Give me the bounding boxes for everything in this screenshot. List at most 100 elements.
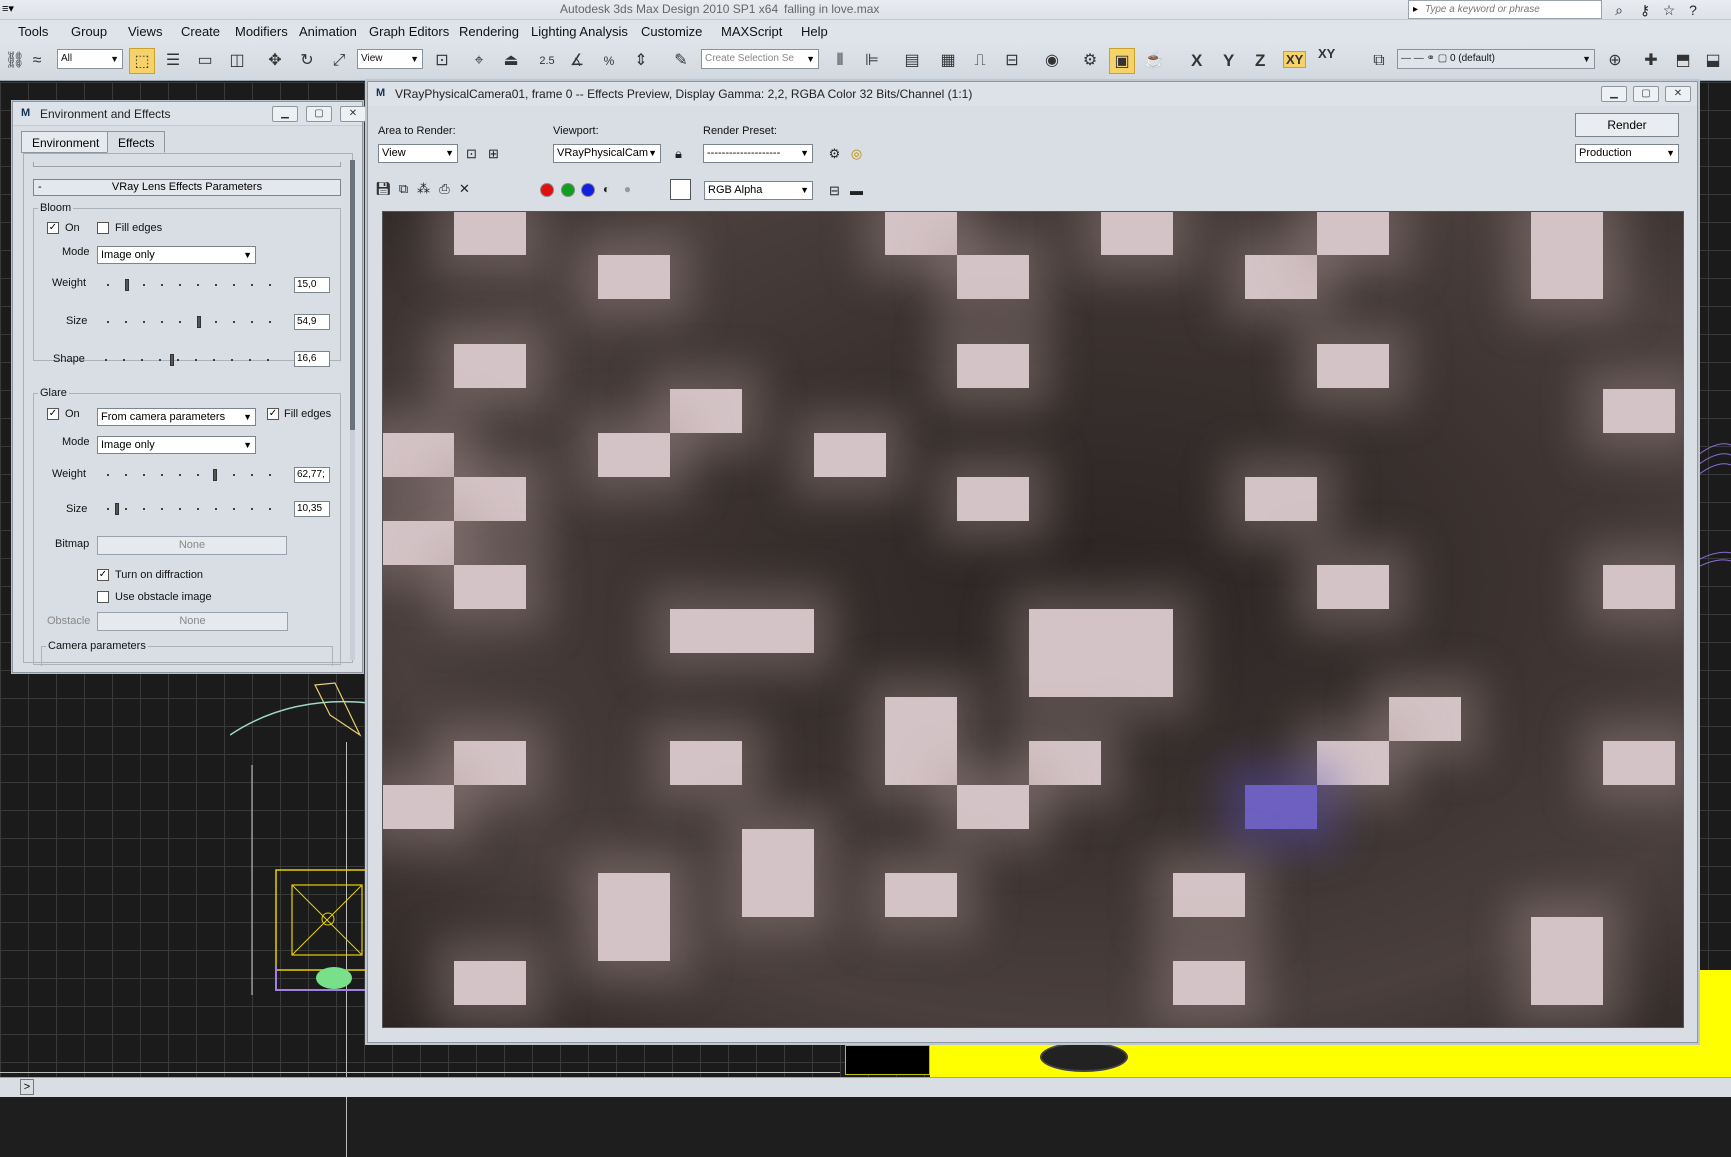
chevron-right-icon[interactable]: >	[20, 1079, 34, 1095]
ribbon-icon[interactable]: ▦	[935, 48, 961, 74]
menu-animation[interactable]: Animation	[299, 24, 357, 39]
render-preset-dropdown[interactable]: -------------------- ▼	[703, 144, 813, 163]
copy-image-icon[interactable]: ⧉	[394, 179, 413, 198]
bloom-size-slider[interactable]	[99, 318, 273, 326]
material-editor-icon[interactable]: ◉	[1039, 48, 1065, 74]
maximize-icon[interactable]: ▢	[1633, 86, 1659, 102]
mirror-icon[interactable]: ⫴	[827, 48, 853, 74]
snap-toggle-icon[interactable]: 2.5	[534, 48, 560, 74]
diffraction-checkbox[interactable]: ✓	[97, 569, 109, 581]
percent-snap-icon[interactable]: %	[596, 48, 622, 74]
collapse-icon[interactable]: -	[38, 180, 42, 195]
area-to-render-dropdown[interactable]: View ▼	[378, 144, 458, 163]
move-icon[interactable]: ✥	[262, 48, 288, 74]
save-image-icon[interactable]: 💾︎	[374, 179, 393, 198]
scene-yellow-object[interactable]	[1700, 970, 1731, 1050]
env-scrollbar-thumb[interactable]	[350, 160, 355, 430]
alpha-channel-icon[interactable]: ◐	[597, 180, 616, 199]
bloom-on-checkbox[interactable]: ✓	[47, 222, 59, 234]
axis-y-button[interactable]: Y	[1223, 51, 1234, 71]
clone-frame-icon[interactable]: ⁂	[414, 179, 433, 198]
menu-modifiers[interactable]: Modifiers	[235, 24, 288, 39]
glare-bitmap-button[interactable]: None	[97, 536, 287, 555]
scale-icon[interactable]: ⤢	[326, 48, 352, 74]
select-object-icon[interactable]: ⬚	[129, 48, 155, 74]
display-toggle-icon[interactable]: ⊟	[825, 181, 844, 200]
select-manipulate-icon[interactable]: ⌖	[466, 48, 492, 74]
align-icon[interactable]: ⊫	[859, 48, 885, 74]
layer-manager-icon[interactable]: ▤	[899, 48, 925, 74]
blue-channel-icon[interactable]	[581, 183, 595, 197]
layers-icon[interactable]: ⧉	[1366, 48, 1392, 74]
new-layer-icon[interactable]: ⊕	[1602, 48, 1628, 74]
glare-weight-slider[interactable]	[99, 471, 273, 479]
green-channel-icon[interactable]	[561, 183, 575, 197]
lock-icon[interactable]: 🔒︎	[669, 144, 688, 163]
help-icon[interactable]: ?	[1684, 1, 1702, 19]
rendered-image[interactable]	[382, 211, 1684, 1028]
menu-views[interactable]: Views	[128, 24, 162, 39]
render-button[interactable]: Render	[1575, 113, 1679, 137]
scene-mesh-right[interactable]	[1698, 435, 1731, 575]
close-icon[interactable]: ✕	[1665, 86, 1691, 102]
bloom-shape-slider-thumb[interactable]	[170, 354, 174, 366]
schematic-view-icon[interactable]: ⊟	[999, 48, 1025, 74]
clear-icon[interactable]: ✕	[455, 179, 474, 198]
menu-help[interactable]: Help	[801, 24, 828, 39]
glare-weight-input[interactable]: 62,77;	[294, 467, 330, 483]
bloom-size-slider-thumb[interactable]	[197, 316, 201, 328]
obstacle-button[interactable]: None	[97, 612, 288, 631]
tab-environment[interactable]: Environment	[21, 131, 111, 153]
bloom-weight-input[interactable]: 15,0	[294, 277, 330, 293]
environment-effects-icon[interactable]: ◎	[847, 144, 866, 163]
window-crossing-icon[interactable]: ◫	[224, 48, 250, 74]
close-icon[interactable]: ✕	[340, 106, 366, 122]
minimize-icon[interactable]: ▁	[272, 106, 298, 122]
red-channel-icon[interactable]	[540, 183, 554, 197]
glare-size-input[interactable]: 10,35	[294, 501, 330, 517]
select-in-layer-icon[interactable]: ⬒	[1670, 48, 1696, 74]
bind-spacewarp-icon[interactable]: ≈	[24, 48, 50, 74]
spinner-snap-icon[interactable]: ⇕	[628, 48, 654, 74]
rollout-header[interactable]: - VRay Lens Effects Parameters	[33, 179, 341, 196]
angle-snap-icon[interactable]: ∡	[564, 48, 590, 74]
bloom-mode-dropdown[interactable]: Image only ▼	[97, 246, 256, 264]
menu-customize[interactable]: Customize	[641, 24, 702, 39]
edit-region-icon[interactable]: ⊡	[462, 144, 481, 163]
bloom-shape-slider[interactable]	[97, 356, 273, 364]
add-to-layer-icon[interactable]: ✚	[1638, 48, 1664, 74]
binoculars-icon[interactable]: ⌕	[1610, 1, 1628, 19]
mono-channel-icon[interactable]: ●	[618, 180, 637, 199]
obstacle-image-checkbox[interactable]	[97, 591, 109, 603]
env-dialog-titlebar[interactable]: M Environment and Effects ▁ ▢ ✕	[13, 102, 366, 126]
render-production-icon[interactable]: ☕	[1141, 48, 1167, 74]
menu-tools[interactable]: Tools	[18, 24, 48, 39]
print-icon[interactable]: ⎙	[435, 179, 454, 198]
menu-group[interactable]: Group	[71, 24, 107, 39]
glare-on-checkbox[interactable]: ✓	[47, 408, 59, 420]
reference-coord-dropdown[interactable]: View ▼	[357, 49, 423, 69]
menu-graph-editors[interactable]: Graph Editors	[369, 24, 449, 39]
render-setup-icon[interactable]: ⚙	[825, 144, 844, 163]
curve-editor-icon[interactable]: ⎍	[967, 48, 993, 74]
minimize-icon[interactable]: ▁	[1601, 86, 1627, 102]
key-icon[interactable]: ⚷	[1636, 1, 1654, 19]
axis-x-button[interactable]: X	[1191, 51, 1202, 71]
layer-dropdown[interactable]: — — ⚭ ▢ 0 (default) ▼	[1397, 49, 1595, 69]
set-current-layer-icon[interactable]: ⬓	[1700, 48, 1726, 74]
search-expand-icon[interactable]: ▸	[1413, 1, 1418, 18]
glare-mode-dropdown[interactable]: Image only ▼	[97, 436, 256, 454]
glare-source-dropdown[interactable]: From camera parameters ▼	[97, 408, 256, 426]
menu-maxscript[interactable]: MAXScript	[721, 24, 782, 39]
display-mode-icon[interactable]: ▬	[847, 181, 866, 200]
rectangular-selection-icon[interactable]: ▭	[192, 48, 218, 74]
app-menu-icon[interactable]: ≡▾	[2, 2, 26, 17]
glare-size-slider[interactable]	[99, 505, 273, 513]
frame-buffer-titlebar[interactable]: M VRayPhysicalCamera01, frame 0 -- Effec…	[368, 82, 1697, 106]
viewport-dropdown[interactable]: VRayPhysicalCam ▼	[553, 144, 661, 163]
maximize-icon[interactable]: ▢	[306, 106, 332, 122]
axis-z-button[interactable]: Z	[1255, 51, 1265, 71]
channel-dropdown[interactable]: RGB Alpha ▼	[704, 181, 813, 200]
menu-create[interactable]: Create	[181, 24, 220, 39]
scene-dark-object[interactable]	[845, 1045, 930, 1075]
